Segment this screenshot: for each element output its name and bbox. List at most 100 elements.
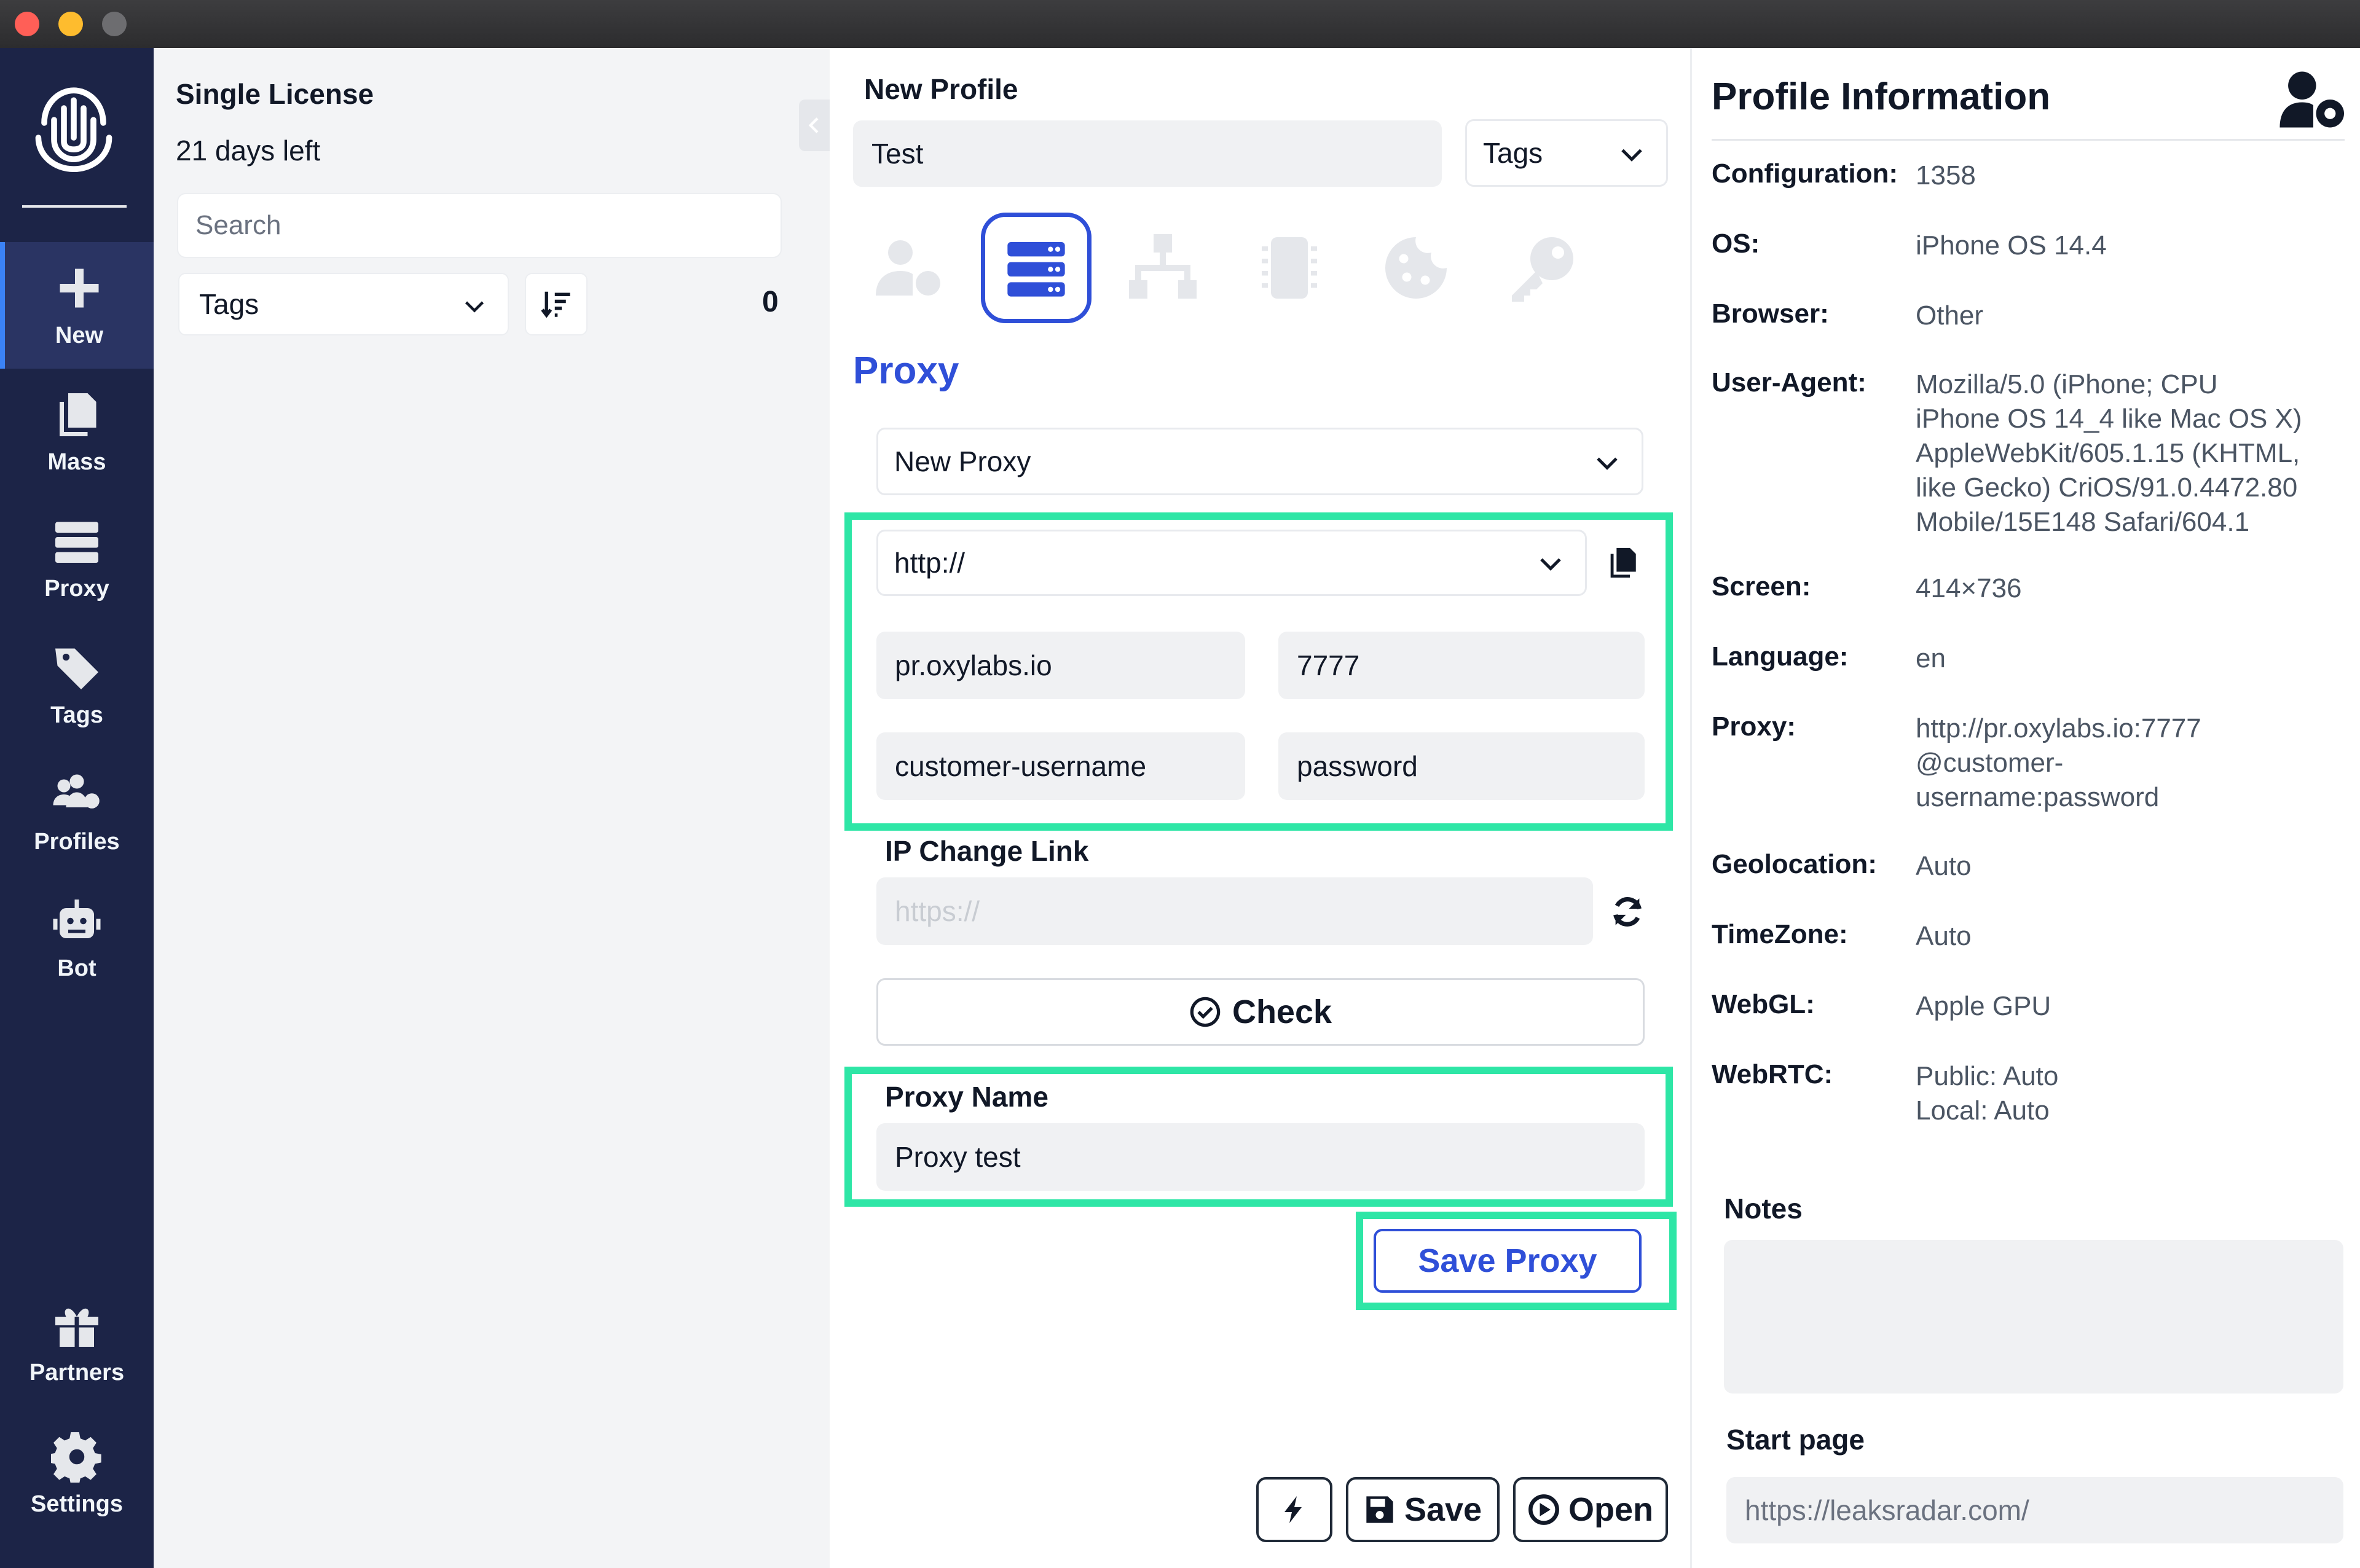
tab-cookies[interactable] <box>1361 213 1471 323</box>
ip-change-link-input[interactable]: https:// <box>876 877 1593 945</box>
window-titlebar <box>0 0 2360 48</box>
license-days-left: 21 days left <box>176 135 321 167</box>
info-key-os: OS: <box>1712 229 1760 259</box>
logo-divider <box>22 205 127 208</box>
notes-label: Notes <box>1724 1193 1803 1225</box>
info-key-browser: Browser: <box>1712 299 1829 329</box>
profile-info-panel: Profile Information Configuration: 1358 … <box>1690 48 2360 1568</box>
ip-change-label: IP Change Link <box>885 835 1089 867</box>
profile-count: 0 <box>762 286 779 318</box>
plus-icon <box>60 269 99 307</box>
proxy-password-input[interactable]: password <box>1278 732 1645 800</box>
sidebar-item-bot[interactable]: Bot <box>0 875 154 1002</box>
info-value-webgl: Apple GPU <box>1916 991 2051 1021</box>
tab-passwords[interactable] <box>1487 213 1598 323</box>
sidebar-item-label: Partners <box>29 1359 125 1386</box>
profile-tags-select[interactable]: Tags <box>1465 119 1668 187</box>
key-icon <box>1512 237 1573 302</box>
chevron-down-icon <box>1540 558 1561 571</box>
info-key-webgl: WebGL: <box>1712 989 1815 1019</box>
start-page-label: Start page <box>1726 1424 1865 1456</box>
info-value-screen: 414×736 <box>1916 573 2022 603</box>
profile-tags-label: Tags <box>1483 137 1543 169</box>
tab-proxy[interactable] <box>981 213 1092 323</box>
info-value-configuration: 1358 <box>1916 160 1976 190</box>
info-key-proxy: Proxy: <box>1712 711 1796 742</box>
close-window-button[interactable] <box>15 12 39 36</box>
sidebar-item-label: New <box>55 322 104 348</box>
play-circle-icon <box>1528 1494 1559 1525</box>
sort-icon <box>541 291 570 318</box>
protocol-select[interactable]: http:// <box>876 530 1587 596</box>
quick-action-button[interactable] <box>1256 1477 1332 1542</box>
robot-icon <box>53 899 101 938</box>
copy-icon <box>60 393 96 436</box>
tags-filter-select[interactable]: Tags <box>178 273 509 335</box>
refresh-icon <box>1613 897 1642 927</box>
chevron-down-icon <box>1621 149 1642 162</box>
gift-icon <box>55 1308 98 1347</box>
proxy-port-input[interactable]: 7777 <box>1278 632 1645 699</box>
cookie-icon <box>1385 237 1447 299</box>
check-circle-icon <box>1190 997 1221 1027</box>
tab-hardware[interactable] <box>1234 213 1345 323</box>
floppy-disk-icon <box>1366 1496 1393 1523</box>
tab-overview[interactable] <box>854 213 965 323</box>
sidebar-item-label: Proxy <box>44 575 109 602</box>
protocol-value: http:// <box>894 547 966 579</box>
tags-icon <box>55 648 98 689</box>
sidebar-item-settings[interactable]: Settings <box>0 1411 154 1537</box>
notes-textarea[interactable] <box>1724 1240 2343 1394</box>
sidebar-item-tags[interactable]: Tags <box>0 622 154 748</box>
info-key-screen: Screen: <box>1712 571 1811 602</box>
proxy-host-input[interactable]: pr.oxylabs.io <box>876 632 1245 699</box>
info-key-user-agent: User-Agent: <box>1712 367 1866 398</box>
info-key-configuration: Configuration: <box>1712 159 1898 189</box>
open-button[interactable]: Open <box>1513 1477 1668 1542</box>
tab-network[interactable] <box>1107 213 1218 323</box>
save-label: Save <box>1404 1491 1482 1528</box>
proxy-name-input[interactable]: Proxy test <box>876 1123 1645 1191</box>
sidebar-item-proxy[interactable]: Proxy <box>0 495 154 622</box>
save-proxy-button[interactable]: Save Proxy <box>1374 1229 1642 1293</box>
save-button[interactable]: Save <box>1346 1477 1500 1542</box>
info-key-timezone: TimeZone: <box>1712 919 1848 949</box>
zoom-window-button[interactable] <box>102 12 127 36</box>
sidebar-item-new[interactable]: New <box>0 242 154 369</box>
proxy-select[interactable]: New Proxy <box>876 428 1643 495</box>
new-profile-label: New Profile <box>864 73 1018 105</box>
license-title: Single License <box>176 78 374 110</box>
chip-icon <box>1262 237 1317 299</box>
proxy-username-input[interactable]: customer-username <box>876 732 1245 800</box>
check-proxy-button[interactable]: Check <box>876 978 1645 1046</box>
info-value-proxy: http://pr.oxylabs.io:7777 @customer- use… <box>1916 713 2201 812</box>
fingerprint-logo-icon <box>35 87 112 173</box>
tags-filter-label: Tags <box>199 288 259 320</box>
info-divider <box>1712 139 2345 141</box>
section-title: Proxy <box>853 350 959 392</box>
user-gear-icon <box>876 240 940 296</box>
collapse-panel-button[interactable] <box>799 100 830 151</box>
search-input[interactable] <box>177 193 782 258</box>
paste-proxy-button[interactable] <box>1599 539 1646 586</box>
info-value-webrtc: Public: Auto Local: Auto <box>1916 1061 2059 1126</box>
info-title: Profile Information <box>1712 76 2051 118</box>
network-icon <box>1129 234 1197 299</box>
user-gear-icon <box>2279 71 2344 128</box>
sidebar-item-profiles[interactable]: Profiles <box>0 748 154 875</box>
sort-button[interactable] <box>525 273 588 335</box>
info-value-language: en <box>1916 643 1946 673</box>
start-page-input[interactable]: https://leaksradar.com/ <box>1726 1477 2343 1543</box>
profile-name-input[interactable]: Test <box>853 120 1442 187</box>
gear-icon <box>51 1432 101 1483</box>
open-label: Open <box>1568 1491 1653 1528</box>
sidebar-item-mass[interactable]: Mass <box>0 369 154 495</box>
info-value-browser: Other <box>1916 300 1984 331</box>
profile-editor: New Profile Test Tags Proxy New Proxy ht… <box>830 48 1690 1568</box>
info-value-geolocation: Auto <box>1916 851 1972 881</box>
users-gear-icon <box>53 774 100 809</box>
minimize-window-button[interactable] <box>58 12 83 36</box>
sidebar-item-partners[interactable]: Partners <box>0 1279 154 1406</box>
refresh-ip-button[interactable] <box>1605 890 1650 934</box>
sidebar-item-label: Bot <box>57 955 96 981</box>
